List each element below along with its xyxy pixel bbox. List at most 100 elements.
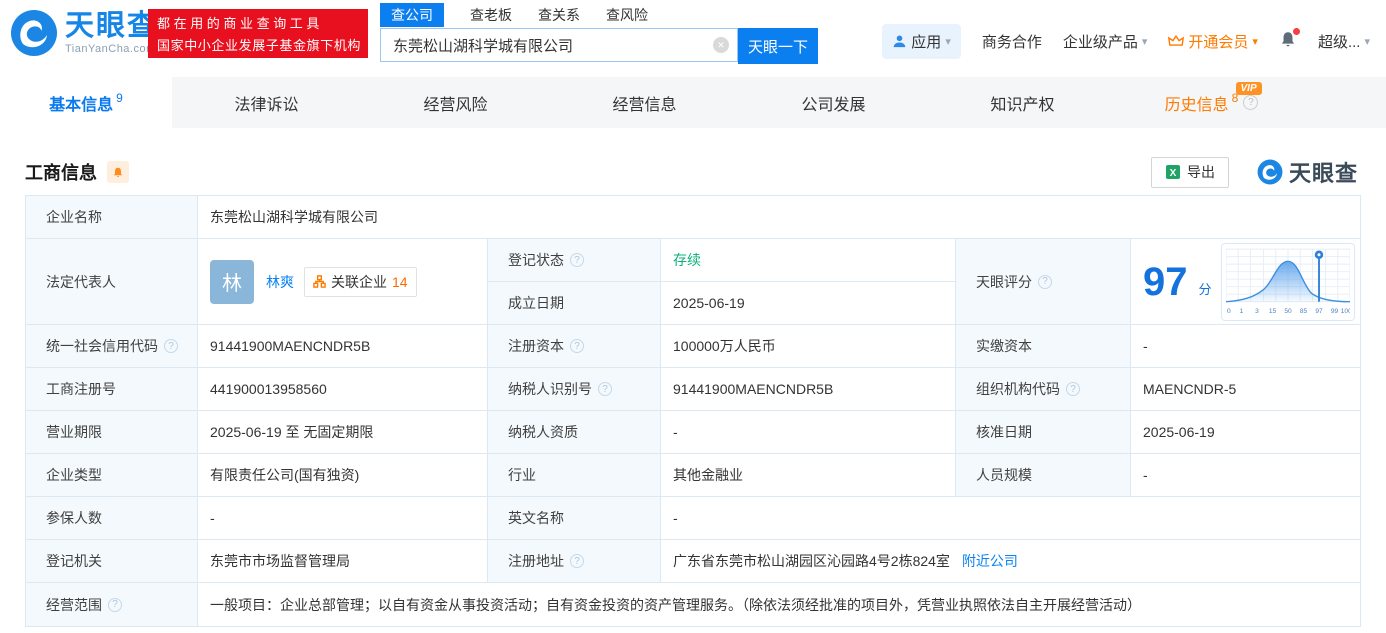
tianyancha-eye-icon: [1257, 159, 1283, 185]
chevron-down-icon: [945, 35, 951, 48]
search-tab-relation[interactable]: 查关系: [538, 5, 580, 25]
vip-badge: VIP: [1235, 82, 1262, 95]
taxpayer-quality-value: -: [661, 411, 956, 454]
label-text: 企业类型: [46, 467, 102, 483]
avatar[interactable]: 林: [210, 259, 254, 304]
monitor-bell-button[interactable]: [107, 161, 129, 183]
related-companies-count: 14: [392, 273, 408, 290]
person-icon: [893, 35, 906, 48]
tab-intellectual-property[interactable]: 知识产权: [928, 77, 1117, 128]
score-axis: 0 1 3 15 50 85 97 99 100: [1227, 308, 1352, 315]
tab-label: 经营风险: [423, 96, 488, 114]
value-text: 2025-06-19: [1143, 424, 1215, 440]
industry-label: 行业: [488, 454, 661, 497]
value-text: 91441900MAENCNDR5B: [673, 381, 834, 397]
promo-line2: 国家中小企业发展子基金旗下机构: [157, 38, 362, 53]
label-text: 行业: [508, 467, 536, 483]
question-icon[interactable]: [570, 253, 584, 267]
nav-enterprise[interactable]: 企业级产品: [1063, 31, 1148, 52]
question-icon[interactable]: [108, 597, 122, 612]
value-text: 2025-06-19: [673, 295, 745, 311]
svg-text:15: 15: [1268, 308, 1276, 315]
value-text: 东莞松山湖科学城有限公司: [210, 209, 378, 225]
clear-icon[interactable]: [713, 37, 729, 53]
nav-vip-label: 开通会员: [1188, 34, 1249, 51]
staff-size-label: 人员规模: [956, 454, 1131, 497]
notification-bell[interactable]: [1279, 28, 1300, 53]
question-icon[interactable]: [598, 382, 612, 396]
svg-text:100: 100: [1340, 308, 1349, 315]
reg-number-label: 工商注册号: [26, 368, 198, 411]
english-name-label: 英文名称: [488, 497, 661, 540]
svg-text:99: 99: [1330, 308, 1338, 315]
company-name-value: 东莞松山湖科学城有限公司: [198, 196, 1360, 239]
search-tab-boss[interactable]: 查老板: [470, 5, 512, 25]
label-text: 法定代表人: [46, 273, 116, 290]
label-text: 参保人数: [46, 510, 102, 526]
reg-status-label: 登记状态: [488, 239, 661, 282]
search-area: 查公司 查老板 查关系 查风险 天眼一下: [380, 2, 818, 64]
nav-user[interactable]: 超级...: [1318, 31, 1370, 52]
chevron-down-icon: [1142, 35, 1148, 48]
tab-legal[interactable]: 法律诉讼: [172, 77, 361, 128]
tab-basic-info[interactable]: 基本信息 9: [0, 77, 172, 128]
question-icon[interactable]: [570, 339, 584, 353]
svg-text:50: 50: [1284, 308, 1292, 315]
tab-operating-risk[interactable]: 经营风险: [361, 77, 550, 128]
tab-operating-info[interactable]: 经营信息: [550, 77, 739, 128]
label-text: 营业期限: [46, 424, 102, 440]
nav-enterprise-label: 企业级产品: [1062, 34, 1138, 51]
related-companies-label: 关联企业: [331, 273, 387, 290]
search-tab-company[interactable]: 查公司: [380, 2, 444, 27]
value-text: -: [1143, 338, 1148, 354]
question-icon[interactable]: [164, 339, 178, 353]
export-button[interactable]: X 导出: [1150, 156, 1229, 188]
credit-code-value: 91441900MAENCNDR5B: [198, 325, 488, 368]
related-companies-badge[interactable]: 关联企业 14: [304, 266, 417, 297]
nav-vip-join[interactable]: 开通会员: [1168, 31, 1258, 52]
question-icon[interactable]: [570, 554, 584, 568]
value-text: 100000万人民币: [673, 338, 776, 354]
nav-app[interactable]: 应用: [882, 24, 961, 59]
score-label: 天眼评分: [956, 239, 1131, 325]
value-text: 91441900MAENCNDR5B: [210, 338, 371, 354]
search-tab-risk[interactable]: 查风险: [606, 5, 648, 25]
nav-user-label: 超级...: [1317, 34, 1361, 51]
reg-authority-value: 东莞市市场监督管理局: [198, 540, 488, 583]
reg-status-value: 存续: [661, 239, 956, 282]
org-chart-icon: [313, 275, 326, 288]
tianyancha-logo[interactable]: 天眼查 TianYanCha.com: [10, 9, 158, 57]
chevron-down-icon: [1364, 35, 1370, 48]
score-value: 97 分 0 1 3 15 50 85 97 99 10: [1131, 239, 1360, 325]
tab-label: 经营信息: [612, 96, 677, 114]
search-button[interactable]: 天眼一下: [738, 28, 818, 64]
search-input[interactable]: [380, 28, 738, 62]
value-text: 一般项目：企业总部管理；以自有资金从事投资活动；自有资金投资的资产管理服务。（除…: [210, 596, 1141, 613]
export-label: 导出: [1186, 164, 1215, 180]
score-marker-pin-dot: [1317, 252, 1321, 256]
label-text: 纳税人识别号: [508, 381, 592, 397]
label-text: 纳税人资质: [508, 424, 578, 440]
tab-history-info[interactable]: VIP 历史信息 8: [1117, 77, 1306, 128]
nav-cooperation[interactable]: 商务合作: [982, 31, 1042, 52]
legal-rep-name-link[interactable]: 林爽: [266, 272, 294, 292]
label-text: 注册地址: [508, 553, 564, 569]
tab-badge: 9: [116, 90, 123, 105]
value-text: 2025-06-19 至 无固定期限: [210, 424, 374, 440]
promo-banner: 都在用的商业查询工具 国家中小企业发展子基金旗下机构: [148, 9, 368, 58]
watermark-logo: 天眼查: [1257, 156, 1358, 188]
question-icon[interactable]: [1243, 95, 1259, 110]
question-icon[interactable]: [1066, 382, 1080, 396]
tab-label: 基本信息: [49, 96, 114, 114]
tab-label: 历史信息: [1164, 96, 1229, 114]
company-type-label: 企业类型: [26, 454, 198, 497]
tab-company-development[interactable]: 公司发展: [739, 77, 928, 128]
insured-label: 参保人数: [26, 497, 198, 540]
value-text: 441900013958560: [210, 381, 327, 397]
business-scope-value: 一般项目：企业总部管理；以自有资金从事投资活动；自有资金投资的资产管理服务。（除…: [198, 583, 1360, 626]
svg-text:3: 3: [1255, 308, 1259, 315]
nearby-companies-link[interactable]: 附近公司: [962, 551, 1018, 571]
staff-size-value: -: [1131, 454, 1360, 497]
section-title: 工商信息: [25, 163, 97, 183]
question-icon[interactable]: [1038, 274, 1052, 289]
